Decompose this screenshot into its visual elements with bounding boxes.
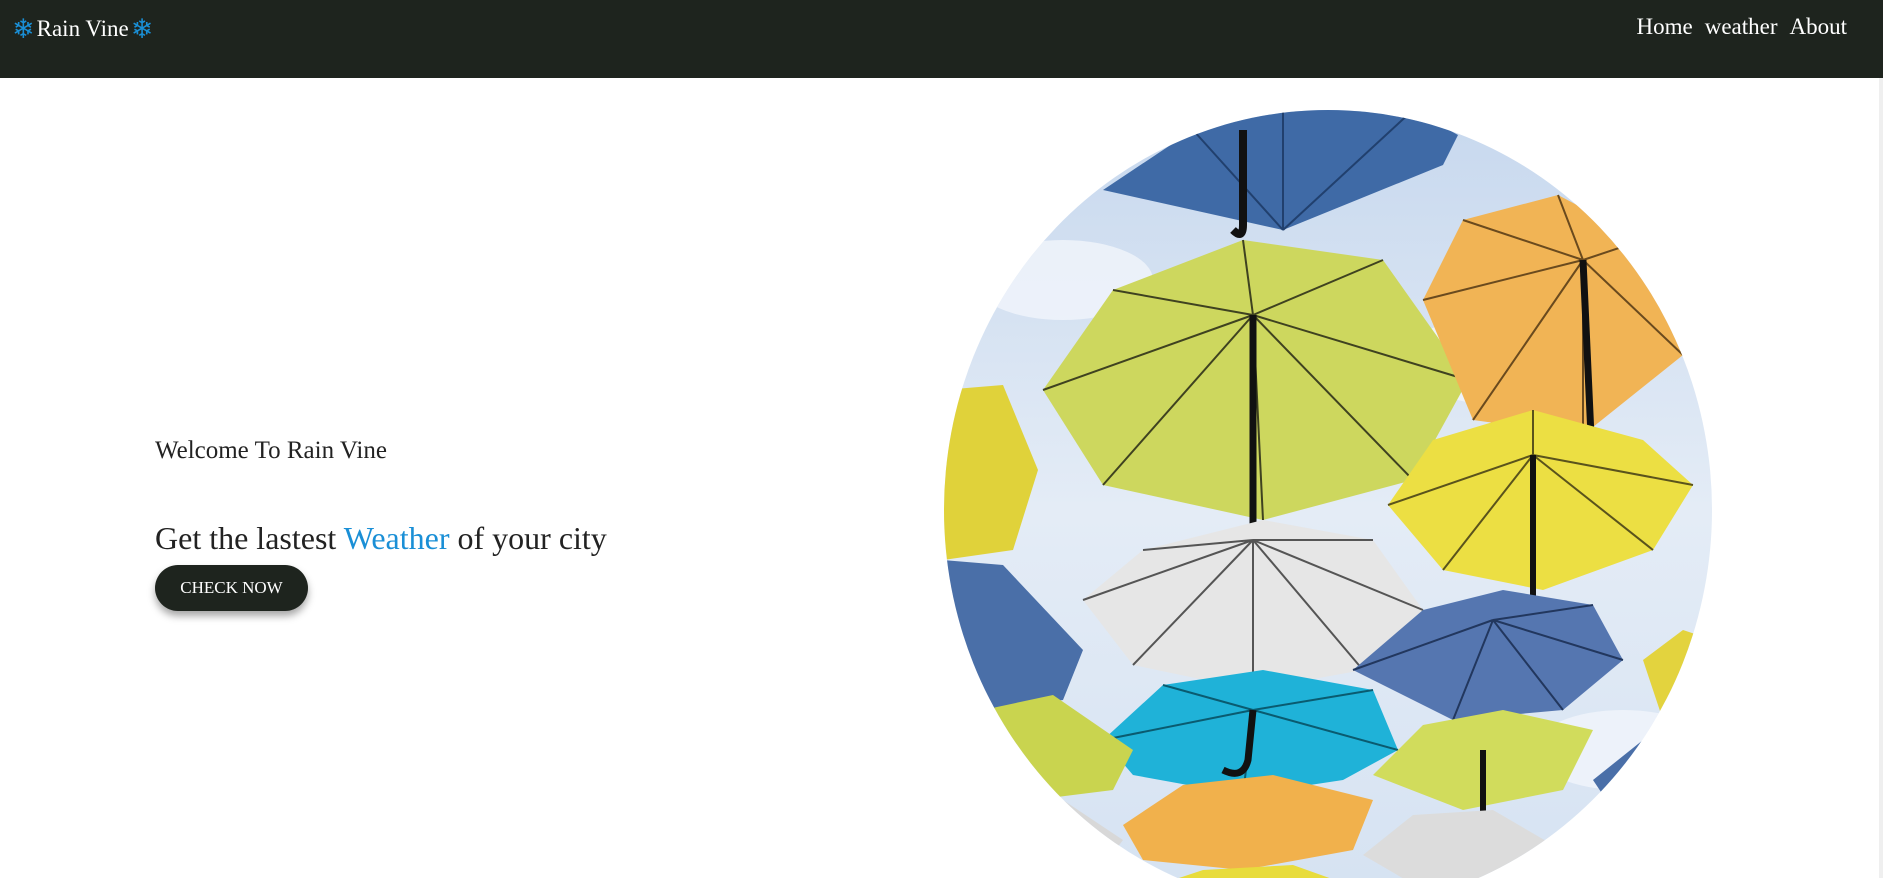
page-scrollbar[interactable]: [1879, 78, 1883, 878]
umbrella-photo: [944, 110, 1712, 878]
heading-accent: Weather: [343, 520, 450, 556]
check-now-button[interactable]: CHECK NOW: [155, 565, 308, 611]
nav-about[interactable]: About: [1790, 14, 1848, 40]
hero-heading: Get the lastest Weather of your city: [155, 520, 607, 557]
brand-logo[interactable]: ❄ Rain Vine ❄: [12, 14, 153, 44]
nav-weather[interactable]: weather: [1705, 14, 1778, 40]
heading-prefix: Get the lastest: [155, 520, 344, 556]
brand-name: Rain Vine: [36, 16, 129, 41]
heading-suffix: of your city: [449, 520, 607, 556]
snowflake-icon: ❄: [12, 13, 35, 45]
snowflake-icon: ❄: [130, 13, 154, 45]
nav-home[interactable]: Home: [1636, 14, 1692, 40]
navbar: ❄ Rain Vine ❄ Home weather About: [0, 0, 1883, 78]
nav-links: Home weather About: [1636, 14, 1847, 40]
welcome-text: Welcome To Rain Vine: [155, 437, 387, 464]
